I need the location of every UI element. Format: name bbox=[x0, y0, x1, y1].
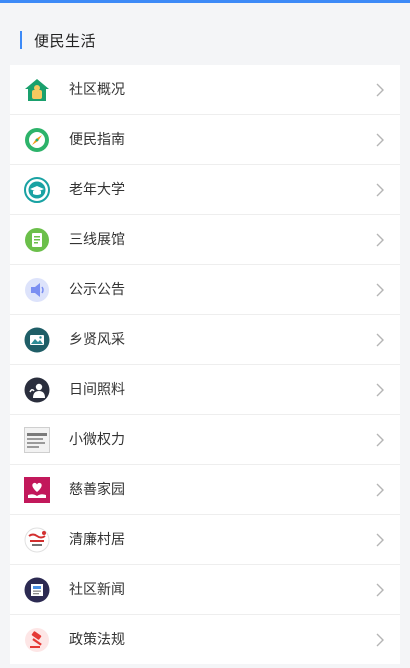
chevron-right-icon bbox=[374, 333, 386, 347]
section-header: 便民生活 bbox=[20, 30, 96, 50]
home-icon bbox=[24, 77, 50, 103]
chevron-right-icon bbox=[374, 633, 386, 647]
list-item-label: 社区概况 bbox=[69, 82, 125, 98]
compass-icon bbox=[24, 127, 50, 153]
book-icon bbox=[24, 227, 50, 253]
list-item-community-overview[interactable]: 社区概况 bbox=[10, 65, 400, 115]
chevron-right-icon bbox=[374, 483, 386, 497]
integrity-seal-icon bbox=[24, 527, 50, 553]
chevron-right-icon bbox=[374, 233, 386, 247]
list-item-senior-university[interactable]: 老年大学 bbox=[10, 165, 400, 215]
list-item-label: 老年大学 bbox=[69, 182, 125, 198]
list-item-village-elites[interactable]: 乡贤风采 bbox=[10, 315, 400, 365]
gavel-icon bbox=[24, 627, 50, 653]
section-title: 便民生活 bbox=[34, 31, 97, 50]
list-item-charity-home[interactable]: 慈善家园 bbox=[10, 465, 400, 515]
list-item-label: 三线展馆 bbox=[69, 232, 125, 248]
list-item-public-notice[interactable]: 公示公告 bbox=[10, 265, 400, 315]
list-item-integrity-village[interactable]: 清廉村居 bbox=[10, 515, 400, 565]
graduation-cap-icon bbox=[24, 177, 50, 203]
chevron-right-icon bbox=[374, 433, 386, 447]
chevron-right-icon bbox=[374, 533, 386, 547]
chevron-right-icon bbox=[374, 383, 386, 397]
list-item-community-news[interactable]: 社区新闻 bbox=[10, 565, 400, 615]
list-item-exhibition-hall[interactable]: 三线展馆 bbox=[10, 215, 400, 265]
list-item-micro-power[interactable]: 小微权力 bbox=[10, 415, 400, 465]
list-item-service-guide[interactable]: 便民指南 bbox=[10, 115, 400, 165]
power-list-icon bbox=[24, 427, 50, 453]
service-list: 社区概况 便民指南 老年大学 三线展馆 公示公告 乡贤风采 日间照料 小微权力 … bbox=[10, 65, 400, 664]
chevron-right-icon bbox=[374, 133, 386, 147]
list-item-label: 小微权力 bbox=[69, 432, 125, 448]
photo-icon bbox=[24, 327, 50, 353]
list-item-label: 社区新闻 bbox=[69, 582, 125, 598]
list-item-day-care[interactable]: 日间照料 bbox=[10, 365, 400, 415]
heart-hand-icon bbox=[24, 477, 50, 503]
chevron-right-icon bbox=[374, 83, 386, 97]
list-item-label: 慈善家园 bbox=[69, 482, 125, 498]
top-accent-bar bbox=[0, 0, 410, 3]
chevron-right-icon bbox=[374, 283, 386, 297]
list-item-label: 乡贤风采 bbox=[69, 332, 125, 348]
list-item-label: 清廉村居 bbox=[69, 532, 125, 548]
list-item-label: 日间照料 bbox=[69, 382, 125, 398]
chevron-right-icon bbox=[374, 183, 386, 197]
list-item-label: 公示公告 bbox=[69, 282, 125, 298]
speaker-icon bbox=[24, 277, 50, 303]
caregiver-icon bbox=[24, 377, 50, 403]
list-item-label: 便民指南 bbox=[69, 132, 125, 148]
section-title-marker bbox=[20, 31, 22, 49]
list-item-policies-regulations[interactable]: 政策法规 bbox=[10, 615, 400, 664]
chevron-right-icon bbox=[374, 583, 386, 597]
list-item-label: 政策法规 bbox=[69, 632, 125, 648]
news-icon bbox=[24, 577, 50, 603]
